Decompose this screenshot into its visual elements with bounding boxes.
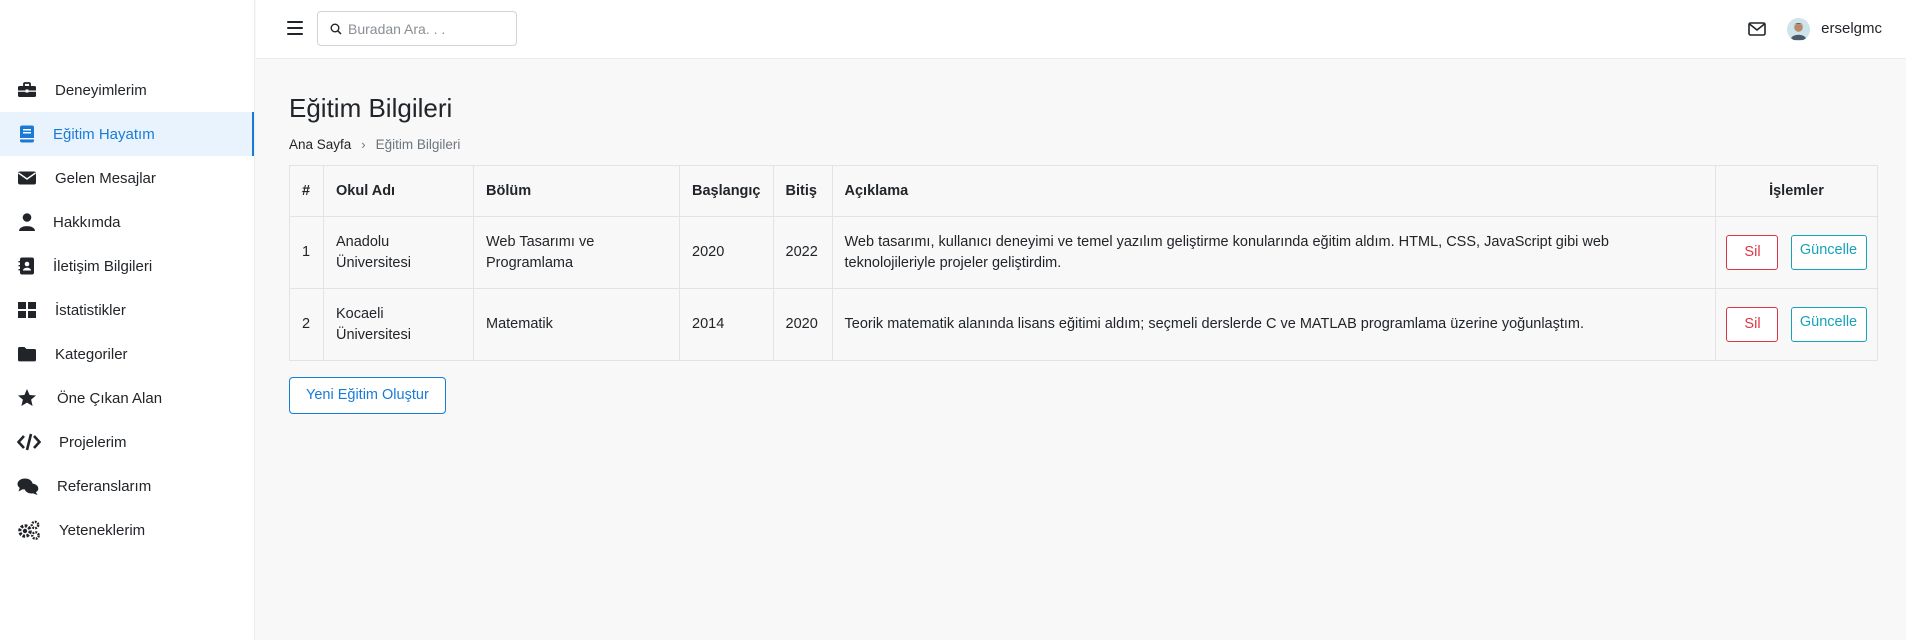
folder-icon (17, 344, 37, 364)
column-header-okul: Okul Adı (323, 165, 474, 217)
cell-aciklama: Web tasarımı, kullanıcı deneyimi ve teme… (831, 216, 1716, 289)
column-header-islemler: İşlemler (1715, 165, 1878, 217)
sidebar-item-label: Hakkımda (53, 213, 121, 231)
cell-actions: Sil Güncelle (1715, 216, 1878, 289)
gears-icon (17, 520, 41, 540)
envelope-icon (17, 168, 37, 188)
sidebar-item-label: Öne Çıkan Alan (57, 389, 163, 407)
grid-icon (17, 300, 37, 320)
sidebar-item-gelen-mesajlar[interactable]: Gelen Mesajlar (0, 156, 254, 200)
breadcrumb-home-link[interactable]: Ana Sayfa (289, 137, 351, 152)
comments-icon (17, 476, 39, 496)
sidebar-item-label: Eğitim Hayatım (53, 125, 155, 143)
sidebar-item-egitim-hayatim[interactable]: Eğitim Hayatım (0, 112, 254, 156)
sidebar-item-hakkimda[interactable]: Hakkımda (0, 200, 254, 244)
column-header-num: # (289, 165, 324, 217)
breadcrumb: Ana Sayfa › Eğitim Bilgileri (289, 135, 1878, 153)
page-title: Eğitim Bilgileri (289, 93, 453, 123)
cell-baslangic: 2014 (679, 288, 774, 361)
cell-bitis: 2020 (772, 288, 833, 361)
sidebar-item-label: Deneyimlerim (55, 81, 147, 99)
sidebar-item-projelerim[interactable]: Projelerim (0, 420, 254, 464)
column-header-aciklama: Açıklama (831, 165, 1716, 217)
search-box (317, 11, 517, 46)
sidebar-item-label: Gelen Mesajlar (55, 169, 156, 187)
column-header-bitis: Bitiş (772, 165, 833, 217)
sidebar-item-deneyimlerim[interactable]: Deneyimlerim (0, 68, 254, 112)
sidebar-item-istatistikler[interactable]: İstatistikler (0, 288, 254, 332)
user-icon (17, 212, 37, 232)
sidebar-item-iletisim-bilgileri[interactable]: İletişim Bilgileri (0, 244, 254, 288)
star-icon (17, 388, 37, 408)
search-input[interactable] (348, 12, 513, 45)
chevron-right-icon: › (361, 136, 366, 152)
sidebar-item-yeteneklerim[interactable]: Yeteneklerim (0, 508, 254, 552)
sidebar-item-label: İstatistikler (55, 301, 126, 319)
avatar[interactable] (1787, 18, 1810, 41)
update-button[interactable]: Güncelle (1790, 235, 1867, 270)
cell-okul: Kocaeli Üniversitesi (323, 288, 474, 361)
sidebar-item-referanslarim[interactable]: Referanslarım (0, 464, 254, 508)
table-header-row: # Okul Adı Bölüm Başlangıç Bitiş Açıklam… (289, 165, 1878, 217)
code-icon (17, 432, 41, 452)
briefcase-icon (17, 80, 37, 100)
cell-okul: Anadolu Üniversitesi (323, 216, 474, 289)
table-row: 2 Kocaeli Üniversitesi Matematik 2014 20… (289, 288, 1878, 361)
main-content: Eğitim Bilgileri Ana Sayfa › Eğitim Bilg… (289, 59, 1878, 414)
top-header: erselgmc (256, 0, 1906, 59)
column-header-baslangic: Başlangıç (679, 165, 774, 217)
cell-bitis: 2022 (772, 216, 833, 289)
search-icon (330, 23, 342, 35)
cell-num: 2 (289, 288, 324, 361)
contact-card-icon (17, 256, 37, 276)
sidebar: Deneyimlerim Eğitim Hayatım Gelen Mesajl… (0, 0, 255, 640)
breadcrumb-current: Eğitim Bilgileri (375, 136, 461, 152)
cell-baslangic: 2020 (679, 216, 774, 289)
delete-button[interactable]: Sil (1726, 235, 1779, 270)
cell-bolum: Matematik (473, 288, 680, 361)
sidebar-item-label: İletişim Bilgileri (53, 257, 153, 275)
create-education-button[interactable]: Yeni Eğitim Oluştur (289, 377, 446, 414)
column-header-bolum: Bölüm (473, 165, 680, 217)
cell-actions: Sil Güncelle (1715, 288, 1878, 361)
menu-toggle-icon[interactable] (287, 21, 303, 37)
username[interactable]: erselgmc (1821, 20, 1882, 37)
sidebar-item-label: Yeteneklerim (59, 521, 146, 539)
sidebar-item-one-cikan-alan[interactable]: Öne Çıkan Alan (0, 376, 254, 420)
delete-button[interactable]: Sil (1726, 307, 1779, 342)
cell-num: 1 (289, 216, 324, 289)
sidebar-item-kategoriler[interactable]: Kategoriler (0, 332, 254, 376)
sidebar-item-label: Projelerim (59, 433, 127, 451)
education-table: # Okul Adı Bölüm Başlangıç Bitiş Açıklam… (289, 165, 1878, 361)
mail-icon[interactable] (1748, 21, 1766, 37)
book-icon (17, 124, 37, 144)
sidebar-item-label: Kategoriler (55, 345, 128, 363)
sidebar-item-label: Referanslarım (57, 477, 152, 495)
update-button[interactable]: Güncelle (1790, 307, 1867, 342)
sidebar-menu: Deneyimlerim Eğitim Hayatım Gelen Mesajl… (0, 68, 254, 552)
table-row: 1 Anadolu Üniversitesi Web Tasarımı ve P… (289, 216, 1878, 289)
cell-bolum: Web Tasarımı ve Programlama (473, 216, 680, 289)
cell-aciklama: Teorik matematik alanında lisans eğitimi… (831, 288, 1716, 361)
